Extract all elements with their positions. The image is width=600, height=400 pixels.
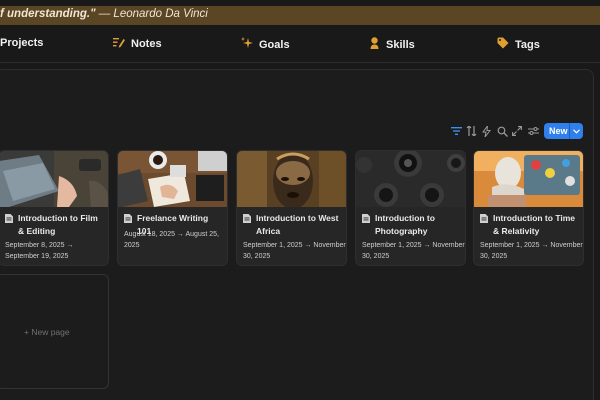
nav-item-label: Goals (259, 38, 290, 51)
search-icon[interactable] (495, 124, 509, 138)
nav-item-notes[interactable]: Notes (113, 37, 162, 51)
african-mask-photo (237, 151, 346, 207)
gallery-card[interactable]: Introduction to Film & Editing September… (0, 150, 109, 266)
notes-pen-icon (113, 37, 125, 51)
nav-bar: Projects Notes Goals Skills Tags (0, 30, 600, 58)
card-date: September 8, 2025 → September 19, 2025 (5, 242, 74, 260)
new-page-card[interactable]: + New page (0, 274, 109, 389)
nav-item-tags[interactable]: Tags (497, 37, 540, 52)
gallery-card[interactable]: Freelance Writing 101 August 18, 2025 → … (117, 150, 228, 266)
card-date: September 1, 2025 → November 30, 2025 (480, 242, 583, 260)
camera-lens-photo (356, 151, 465, 207)
statue-stickers-photo (474, 151, 583, 207)
person-icon (369, 37, 380, 52)
settings-sliders-icon[interactable] (526, 124, 540, 138)
nav-item-label: Tags (515, 38, 540, 51)
card-title-text: Introduction to Time & Relativity (493, 213, 576, 236)
quote-strip: f understanding." — Leonardo Da Vinci (0, 6, 600, 25)
card-title: Introduction to Film & Editing (5, 212, 105, 238)
card-title: Introduction to Time & Relativity (480, 212, 580, 238)
sort-icon[interactable] (464, 124, 478, 138)
quote-author: — Leonardo Da Vinci (95, 8, 208, 20)
nav-divider (0, 62, 600, 63)
new-button-label: New (549, 126, 568, 136)
card-date: August 18, 2025 → August 25, 2025 (124, 231, 219, 249)
writing-desk-photo (118, 151, 227, 207)
nav-item-goals[interactable]: Goals (241, 37, 290, 52)
nav-item-label: Notes (131, 38, 162, 50)
quote-text: f understanding." — Leonardo Da Vinci (0, 8, 208, 20)
document-icon (480, 214, 488, 223)
card-date: September 1, 2025 → November 30, 2025 (243, 242, 346, 260)
card-date: September 1, 2025 → November 30, 2025 (362, 242, 465, 260)
card-title-text: Introduction to West Africa (256, 213, 339, 236)
card-title-text: Introduction to Photography (375, 213, 435, 236)
card-title: Introduction to West Africa (243, 212, 343, 238)
sparkles-icon (241, 37, 253, 52)
document-icon (243, 214, 251, 223)
gallery-card[interactable]: Introduction to Photography September 1,… (355, 150, 466, 266)
nav-item-projects[interactable]: Projects (0, 37, 43, 49)
tag-icon (497, 37, 509, 52)
quote-body: f understanding." (0, 8, 96, 20)
new-button[interactable]: New (544, 123, 583, 139)
automation-bolt-icon[interactable] (479, 124, 493, 138)
document-icon (5, 214, 13, 223)
nav-item-label: Skills (386, 38, 415, 51)
quote-banner: f understanding." — Leonardo Da Vinci (0, 0, 600, 33)
chevron-down-icon[interactable] (570, 123, 583, 139)
card-title: Introduction to Photography (362, 212, 462, 238)
expand-icon[interactable] (510, 124, 524, 138)
gallery-card[interactable]: Introduction to West Africa September 1,… (236, 150, 347, 266)
document-icon (362, 214, 370, 223)
laptop-desk-photo (0, 151, 108, 207)
gallery-card[interactable]: Introduction to Time & Relativity Septem… (473, 150, 584, 266)
filter-icon[interactable] (449, 124, 463, 138)
nav-item-label: Projects (0, 37, 44, 49)
document-icon (124, 214, 132, 223)
card-title-text: Introduction to Film & Editing (18, 213, 98, 236)
new-page-label: + New page (24, 327, 70, 337)
nav-item-skills[interactable]: Skills (369, 37, 415, 52)
